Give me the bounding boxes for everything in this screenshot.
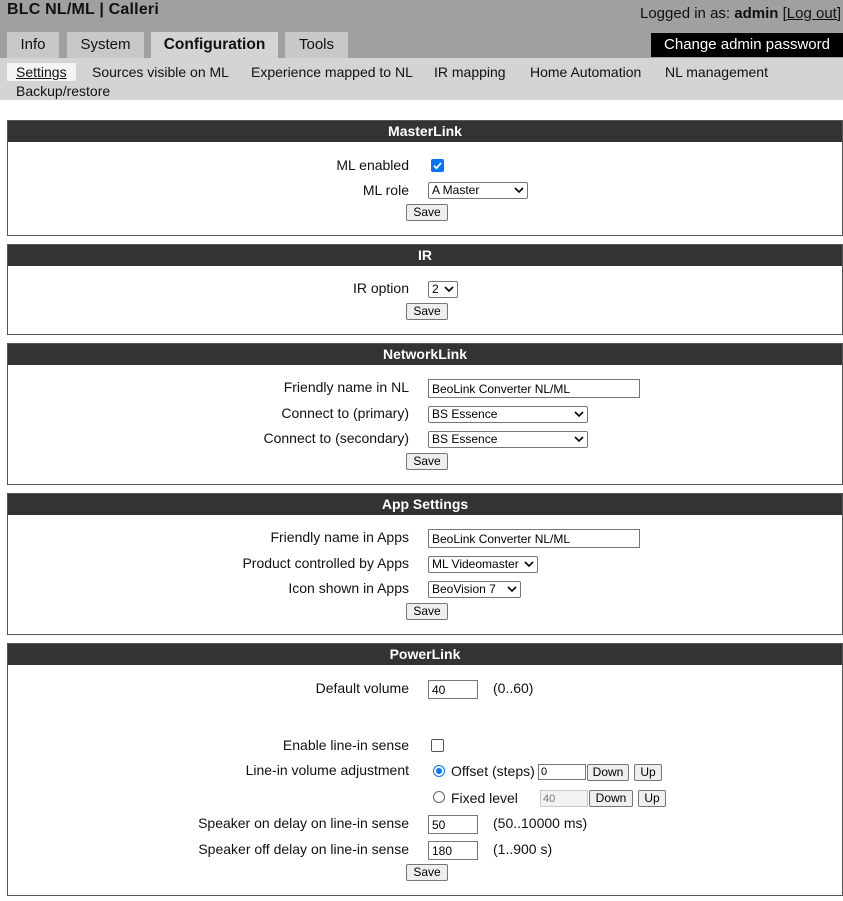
tab-tools[interactable]: Tools (285, 32, 348, 58)
ml-role-value: A Master (432, 183, 480, 197)
networklink-title: NetworkLink (8, 344, 842, 365)
subnav-ir-mapping[interactable]: IR mapping (434, 63, 506, 81)
line-in-sense-label: Enable line-in sense (282, 737, 409, 753)
logout-bracket-close: ] (836, 5, 841, 22)
apps-save-button[interactable]: Save (406, 603, 448, 620)
on-delay-label: Speaker on delay on line-in sense (198, 815, 409, 831)
subnav-home-automation[interactable]: Home Automation (530, 63, 641, 81)
default-volume-range: (0..60) (493, 680, 534, 696)
default-volume-label: Default volume (315, 680, 409, 696)
username: admin (734, 5, 779, 22)
masterlink-section: MasterLink ML enabled ML role A Master S… (7, 120, 843, 236)
logged-in-prefix: Logged in as: (640, 5, 735, 22)
apps-friendly-name-input[interactable] (428, 529, 640, 548)
tab-info[interactable]: Info (7, 32, 59, 58)
chevron-down-icon (574, 411, 584, 418)
default-volume-input[interactable] (428, 680, 478, 699)
chevron-down-icon (514, 187, 524, 194)
offset-radio[interactable] (433, 765, 445, 777)
subnav-experience-mapped[interactable]: Experience mapped to NL (251, 63, 413, 81)
ir-section: IR IR option 2 Save (7, 244, 843, 335)
off-delay-range: (1..900 s) (493, 841, 553, 857)
powerlink-save-button[interactable]: Save (406, 864, 448, 881)
networklink-section: NetworkLink Friendly name in NL Connect … (7, 343, 843, 485)
apps-icon-label: Icon shown in Apps (288, 580, 409, 596)
offset-up-button[interactable]: Up (634, 764, 662, 781)
subnav-nl-management[interactable]: NL management (665, 63, 768, 81)
sub-navigation: Settings Sources visible on ML Experienc… (0, 58, 843, 100)
apps-icon-value: BeoVision 7 (432, 582, 496, 596)
nl-secondary-label: Connect to (secondary) (263, 430, 409, 446)
nl-primary-select[interactable]: BS Essence (428, 406, 588, 423)
powerlink-section: PowerLink Default volume (0..60) Enable … (7, 643, 843, 896)
chevron-down-icon (524, 561, 534, 568)
networklink-save-button[interactable]: Save (406, 453, 448, 470)
ir-title: IR (8, 245, 842, 266)
line-in-adjust-label: Line-in volume adjustment (245, 762, 409, 778)
powerlink-title: PowerLink (8, 644, 842, 665)
logout-link[interactable]: Log out (787, 5, 837, 22)
subnav-sources-visible[interactable]: Sources visible on ML (92, 63, 229, 81)
nl-secondary-value: BS Essence (432, 432, 498, 446)
fixed-down-button[interactable]: Down (589, 790, 633, 807)
ml-enabled-label: ML enabled (336, 157, 409, 173)
off-delay-input[interactable] (428, 841, 478, 860)
offset-input[interactable] (538, 764, 586, 780)
change-admin-password-button[interactable]: Change admin password (651, 33, 843, 57)
ml-enabled-checkbox[interactable] (431, 159, 444, 172)
offset-label: Offset (steps) (451, 763, 535, 779)
app-settings-section: App Settings Friendly name in Apps Produ… (7, 493, 843, 635)
ir-save-button[interactable]: Save (406, 303, 448, 320)
apps-icon-select[interactable]: BeoVision 7 (428, 581, 521, 598)
on-delay-input[interactable] (428, 815, 478, 834)
nl-primary-label: Connect to (primary) (281, 405, 409, 421)
tab-system[interactable]: System (67, 32, 144, 58)
header-bar: BLC NL/ML | Calleri Logged in as: admin … (0, 0, 843, 58)
off-delay-label: Speaker off delay on line-in sense (198, 841, 409, 857)
ml-role-label: ML role (362, 182, 409, 198)
fixed-up-button[interactable]: Up (638, 790, 666, 807)
nl-friendly-name-input[interactable] (428, 379, 640, 398)
nl-primary-value: BS Essence (432, 407, 498, 421)
login-status: Logged in as: admin [Log out] (640, 5, 841, 22)
apps-product-value: ML Videomaster (432, 557, 519, 571)
chevron-down-icon (507, 586, 517, 593)
on-delay-range: (50..10000 ms) (493, 815, 588, 831)
nl-friendly-name-label: Friendly name in NL (283, 379, 409, 395)
offset-down-button[interactable]: Down (587, 764, 629, 781)
ir-option-select[interactable]: 2 (428, 281, 458, 298)
app-title: BLC NL/ML | Calleri (7, 1, 159, 18)
fixed-level-label: Fixed level (451, 790, 518, 806)
apps-product-label: Product controlled by Apps (242, 555, 409, 571)
subnav-settings[interactable]: Settings (7, 63, 76, 81)
line-in-sense-checkbox[interactable] (431, 739, 444, 752)
tab-configuration[interactable]: Configuration (151, 32, 278, 58)
ir-option-value: 2 (432, 282, 439, 296)
fixed-level-input[interactable] (540, 790, 588, 807)
app-settings-title: App Settings (8, 494, 842, 515)
checkmark-icon (433, 162, 442, 170)
subnav-backup-restore[interactable]: Backup/restore (16, 82, 110, 100)
apps-friendly-name-label: Friendly name in Apps (270, 529, 409, 545)
masterlink-save-button[interactable]: Save (406, 204, 448, 221)
ml-role-select[interactable]: A Master (428, 182, 528, 199)
ir-option-label: IR option (352, 280, 409, 296)
apps-product-select[interactable]: ML Videomaster (428, 556, 538, 573)
chevron-down-icon (444, 286, 454, 293)
fixed-level-radio[interactable] (433, 791, 445, 803)
chevron-down-icon (574, 436, 584, 443)
masterlink-title: MasterLink (8, 121, 842, 142)
nl-secondary-select[interactable]: BS Essence (428, 431, 588, 448)
